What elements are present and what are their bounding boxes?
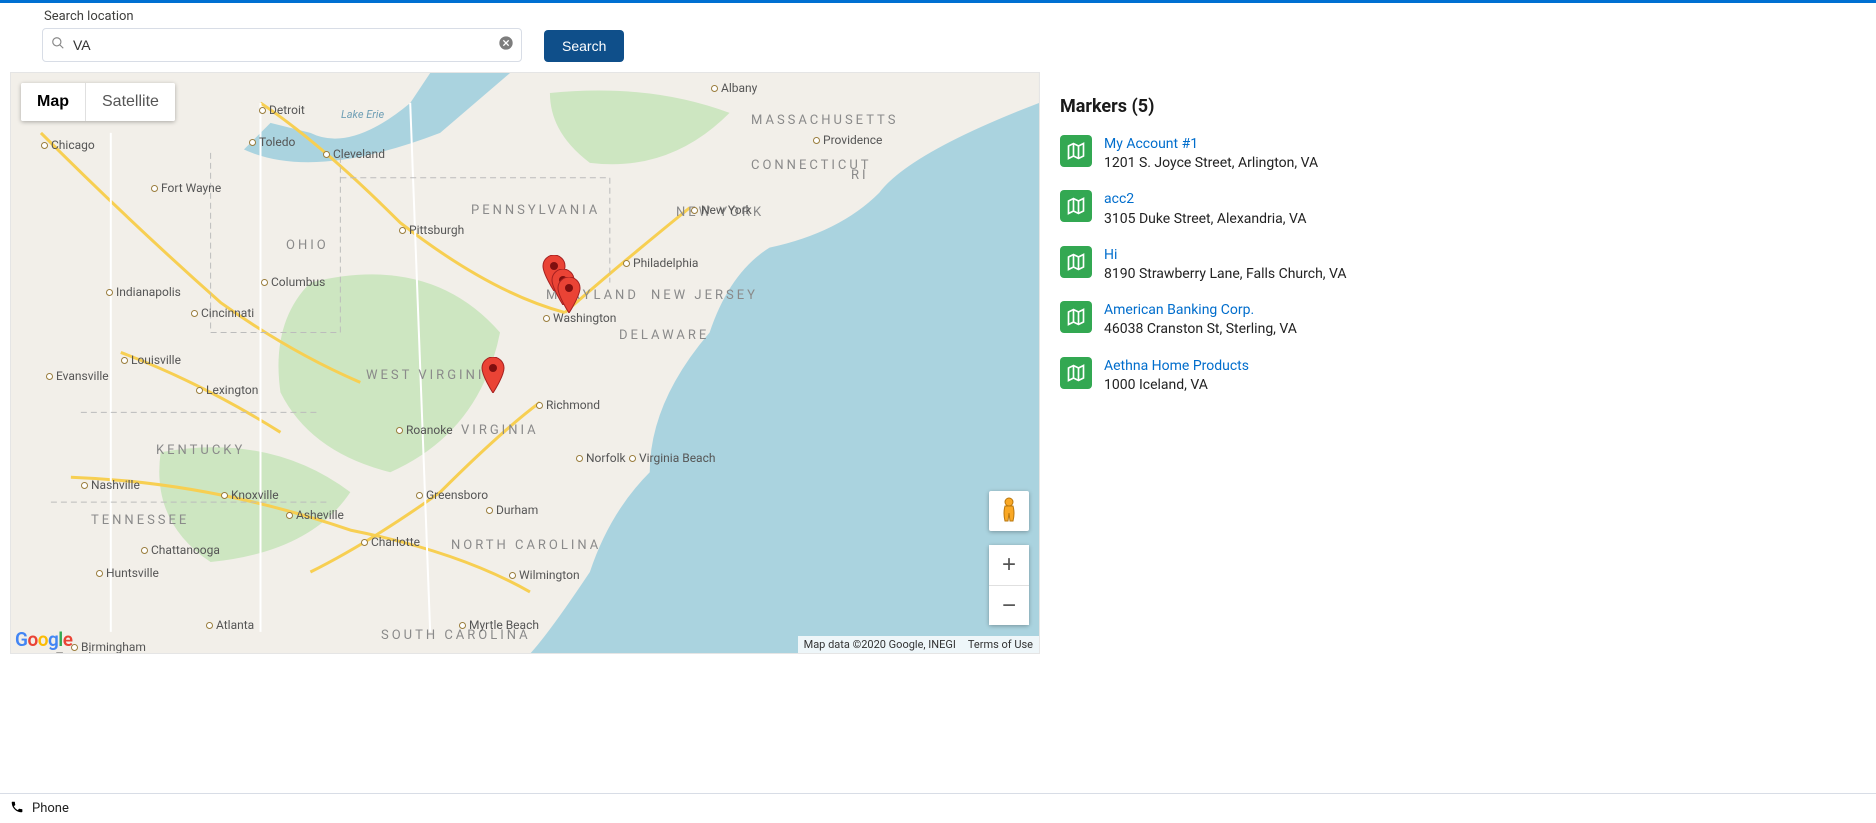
- map-attribution: Map data ©2020 Google, INEGI Terms of Us…: [798, 636, 1039, 653]
- location-icon: [1060, 357, 1092, 389]
- search-input-wrap: [42, 28, 522, 62]
- marker-text: American Banking Corp.46038 Cranston St,…: [1104, 301, 1297, 338]
- marker-address: 8190 Strawberry Lane, Falls Church, VA: [1104, 265, 1347, 283]
- markers-list: My Account #11201 S. Joyce Street, Arlin…: [1060, 135, 1502, 394]
- marker-item: My Account #11201 S. Joyce Street, Arlin…: [1060, 135, 1502, 172]
- marker-text: My Account #11201 S. Joyce Street, Arlin…: [1104, 135, 1318, 172]
- map-canvas[interactable]: OHIOPENNSYLVANIAMASSACHUSETTSCONNECTICUT…: [10, 72, 1040, 654]
- marker-address: 3105 Duke Street, Alexandria, VA: [1104, 210, 1307, 228]
- search-block: Search location: [42, 9, 522, 62]
- phone-icon: [10, 800, 24, 818]
- content-row: OHIOPENNSYLVANIAMASSACHUSETTSCONNECTICUT…: [0, 72, 1876, 654]
- clear-icon[interactable]: [498, 35, 514, 55]
- map-type-satellite[interactable]: Satellite: [85, 83, 175, 121]
- location-icon: [1060, 301, 1092, 333]
- google-logo: Google: [15, 628, 72, 651]
- marker-text: Aethna Home Products1000 Iceland, VA: [1104, 357, 1249, 394]
- marker-item: American Banking Corp.46038 Cranston St,…: [1060, 301, 1502, 338]
- bottom-utility-bar[interactable]: Phone: [0, 793, 1876, 823]
- map-type-toggle: Map Satellite: [21, 83, 175, 121]
- marker-item: acc2 3105 Duke Street, Alexandria, VA: [1060, 190, 1502, 227]
- zoom-in-button[interactable]: +: [989, 545, 1029, 585]
- marker-address: 1201 S. Joyce Street, Arlington, VA: [1104, 154, 1318, 172]
- marker-title-link[interactable]: American Banking Corp.: [1104, 301, 1297, 319]
- location-icon: [1060, 246, 1092, 278]
- map-pin[interactable]: [557, 277, 581, 313]
- search-row: Search location Search: [0, 3, 1876, 72]
- map-data-text: Map data ©2020 Google, INEGI: [798, 636, 962, 653]
- search-label: Search location: [44, 9, 522, 24]
- marker-item: Hi8190 Strawberry Lane, Falls Church, VA: [1060, 246, 1502, 283]
- marker-title-link[interactable]: Hi: [1104, 246, 1347, 264]
- zoom-controls: + −: [989, 545, 1029, 625]
- marker-text: Hi8190 Strawberry Lane, Falls Church, VA: [1104, 246, 1347, 283]
- map-type-map[interactable]: Map: [21, 83, 85, 121]
- search-input[interactable]: [42, 28, 522, 62]
- terms-link[interactable]: Terms of Use: [962, 636, 1039, 653]
- map-terrain: [11, 73, 1039, 654]
- map-pin[interactable]: [481, 357, 505, 393]
- location-icon: [1060, 135, 1092, 167]
- marker-address: 1000 Iceland, VA: [1104, 376, 1249, 394]
- marker-text: acc2 3105 Duke Street, Alexandria, VA: [1104, 190, 1307, 227]
- zoom-out-button[interactable]: −: [989, 585, 1029, 625]
- marker-item: Aethna Home Products1000 Iceland, VA: [1060, 357, 1502, 394]
- marker-title-link[interactable]: My Account #1: [1104, 135, 1318, 153]
- phone-label: Phone: [32, 801, 69, 816]
- markers-sidebar: Markers (5) My Account #11201 S. Joyce S…: [1040, 72, 1510, 394]
- pegman-button[interactable]: [989, 491, 1029, 531]
- marker-title-link[interactable]: acc2: [1104, 190, 1307, 208]
- marker-title-link[interactable]: Aethna Home Products: [1104, 357, 1249, 375]
- search-button[interactable]: Search: [544, 30, 624, 62]
- location-icon: [1060, 190, 1092, 222]
- marker-address: 46038 Cranston St, Sterling, VA: [1104, 320, 1297, 338]
- search-icon: [51, 36, 65, 54]
- markers-title: Markers (5): [1060, 96, 1502, 117]
